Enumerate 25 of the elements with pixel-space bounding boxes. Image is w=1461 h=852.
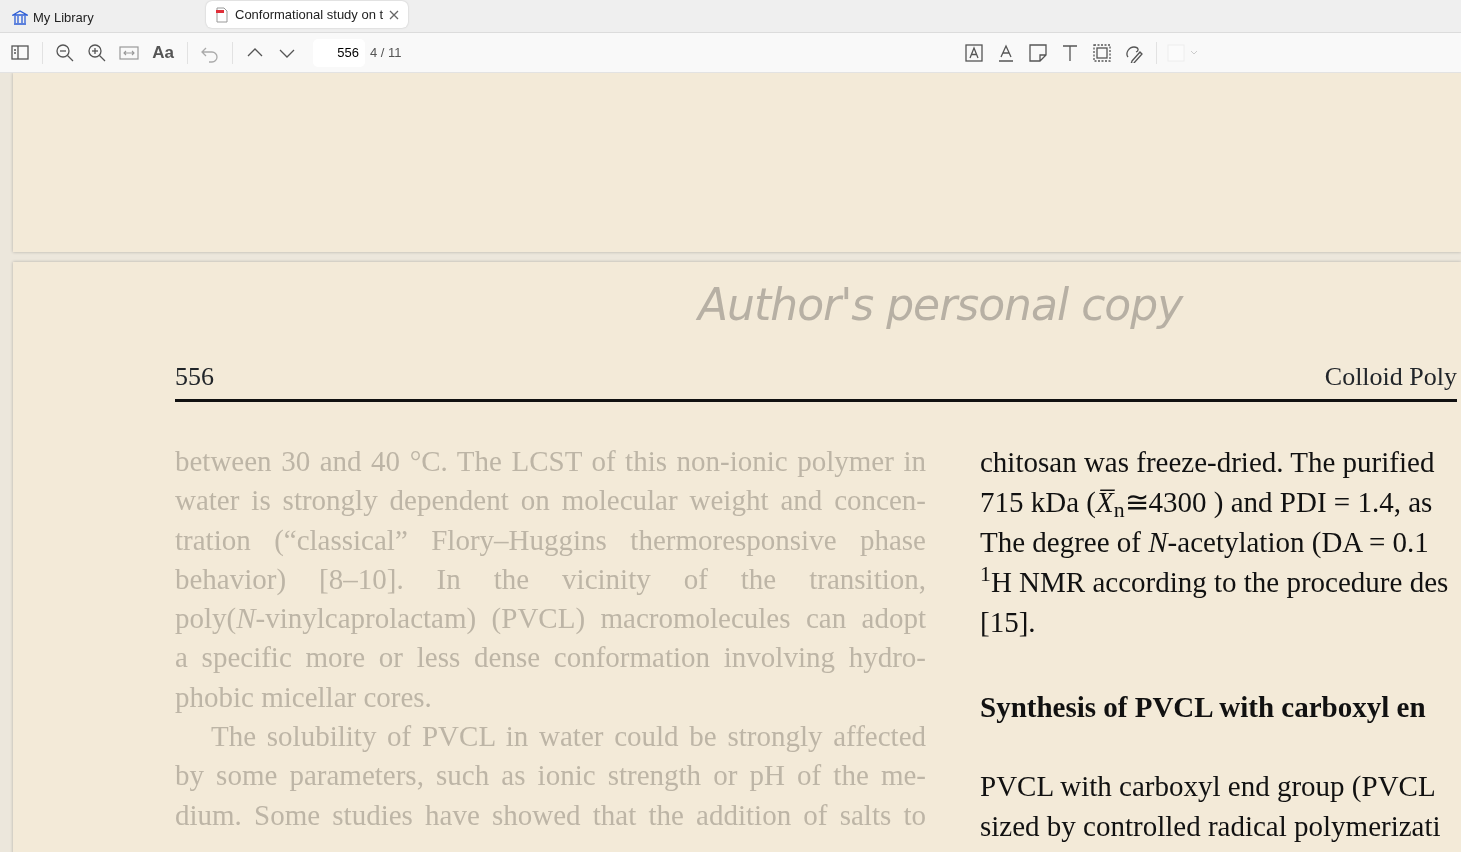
library-icon <box>12 9 28 26</box>
text-line: PVCL with carboxyl end group (PVCL <box>980 769 1437 804</box>
zoom-in-icon[interactable] <box>87 42 107 63</box>
watermark-text: Author's personal copy <box>698 278 1183 332</box>
zoom-out-icon[interactable] <box>55 42 75 63</box>
section-heading: Synthesis of PVCL with carboxyl en <box>980 690 1427 725</box>
text-line: The degree of N-acetylation (DA = 0.1 <box>980 525 1430 560</box>
text-line: sized by controlled radical polymerizati <box>980 809 1442 844</box>
page-number: 556 <box>175 361 214 393</box>
select-area-icon[interactable] <box>1091 42 1112 63</box>
text-line: chitosan was freeze-dried. The purified <box>980 445 1436 480</box>
tab[interactable]: Conformational study on t <box>206 1 409 28</box>
text-line: [15]. <box>980 605 1037 640</box>
note-icon[interactable] <box>1027 42 1048 63</box>
text-line: 715 kDa (X̅$_{n}$≅4300 ) and PDI = 1.4, as <box>980 485 1434 522</box>
page-count: 4 / 11 <box>370 43 402 62</box>
text-line: $^{1}$H NMR according to the procedure des <box>980 562 1450 600</box>
highlight-icon[interactable] <box>963 42 984 63</box>
close-icon[interactable] <box>388 8 401 21</box>
pdf-file-icon <box>214 6 230 23</box>
sidebar-icon[interactable] <box>10 42 30 63</box>
font-size-button[interactable]: Aa <box>146 38 180 67</box>
page-input[interactable]: 556 <box>313 38 365 67</box>
running-head: Colloid Poly <box>1324 361 1457 393</box>
tab[interactable]: My Library <box>4 3 204 32</box>
